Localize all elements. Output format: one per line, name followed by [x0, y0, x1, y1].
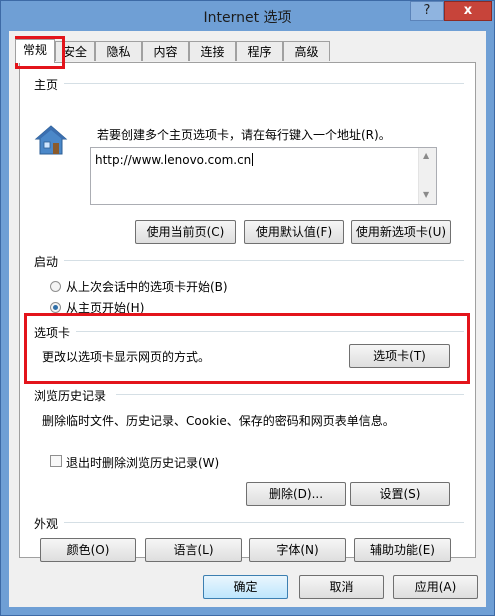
- close-button[interactable]: x: [444, 1, 492, 21]
- delete-history-on-exit-checkbox[interactable]: [50, 455, 62, 467]
- accessibility-button[interactable]: 辅助功能(E): [354, 538, 451, 562]
- internet-options-dialog: Internet 选项 ? x 常规 安全 隐私 内容 连接 程序 高级 主页 …: [0, 0, 495, 616]
- divider: [64, 83, 464, 84]
- browsing-history-description: 删除临时文件、历史记录、Cookie、保存的密码和网页表单信息。: [42, 414, 395, 428]
- tab-privacy[interactable]: 隐私: [95, 41, 142, 61]
- help-button[interactable]: ?: [410, 1, 444, 21]
- tab-content[interactable]: 内容: [142, 41, 189, 61]
- history-settings-button[interactable]: 设置(S): [350, 482, 450, 506]
- use-current-page-button[interactable]: 使用当前页(C): [135, 220, 236, 244]
- tab-connections[interactable]: 连接: [189, 41, 236, 61]
- cancel-button[interactable]: 取消: [299, 575, 384, 599]
- scroll-down-arrow-icon[interactable]: ▼: [423, 190, 429, 199]
- dialog-client-area: 常规 安全 隐私 内容 连接 程序 高级 主页 若要创建多个主页选项卡，请在每行…: [9, 31, 486, 607]
- tab-advanced[interactable]: 高级: [283, 41, 330, 61]
- scroll-up-arrow-icon[interactable]: ▲: [423, 151, 429, 160]
- browsing-history-header: 浏览历史记录: [34, 389, 107, 403]
- delete-history-on-exit-label: 退出时删除浏览历史记录(W): [66, 456, 220, 470]
- home-page-instruction: 若要创建多个主页选项卡，请在每行键入一个地址(R)。: [97, 128, 391, 142]
- use-default-button[interactable]: 使用默认值(F): [244, 220, 344, 244]
- startup-last-session-radio[interactable]: [50, 281, 61, 292]
- delete-history-button[interactable]: 删除(D)...: [246, 482, 346, 506]
- tab-programs[interactable]: 程序: [236, 41, 283, 61]
- home-page-url-textarea[interactable]: http://www.lenovo.com.cn ▲ ▼: [90, 147, 437, 205]
- divider: [64, 522, 464, 523]
- textarea-scrollbar[interactable]: ▲ ▼: [418, 148, 436, 204]
- fonts-button[interactable]: 字体(N): [249, 538, 346, 562]
- home-page-url-value: http://www.lenovo.com.cn: [95, 153, 252, 167]
- apply-button[interactable]: 应用(A): [393, 575, 478, 599]
- title-bar[interactable]: Internet 选项 ? x: [1, 1, 494, 31]
- home-icon: [34, 125, 68, 155]
- startup-last-session-label: 从上次会话中的选项卡开始(B): [66, 280, 228, 294]
- ok-button[interactable]: 确定: [203, 575, 288, 599]
- divider: [116, 394, 464, 395]
- startup-header: 启动: [34, 255, 59, 269]
- general-tab-panel: 主页 若要创建多个主页选项卡，请在每行键入一个地址(R)。 http://www…: [19, 62, 476, 562]
- tab-general[interactable]: 常规: [15, 39, 55, 63]
- home-page-header: 主页: [34, 78, 59, 92]
- highlight-box-tabs-section: [24, 313, 470, 384]
- appearance-header: 外观: [34, 517, 59, 531]
- startup-home-page-radio[interactable]: [50, 302, 61, 313]
- use-new-tab-button[interactable]: 使用新选项卡(U): [351, 220, 451, 244]
- divider: [64, 260, 464, 261]
- colors-button[interactable]: 颜色(O): [40, 538, 136, 562]
- languages-button[interactable]: 语言(L): [145, 538, 242, 562]
